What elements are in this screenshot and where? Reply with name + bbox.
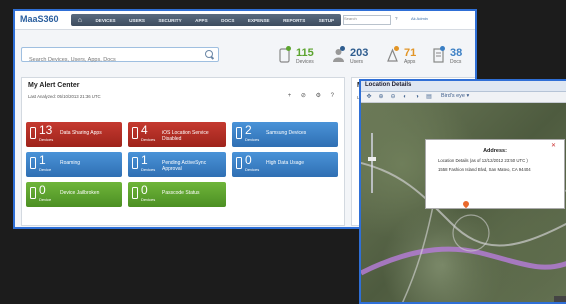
- phone-icon: [132, 157, 138, 169]
- user-menu[interactable]: Ak Admin: [411, 16, 428, 21]
- apps-label: Apps: [404, 59, 416, 65]
- tile-unit: Devices: [245, 167, 260, 172]
- alert-tile-passcode[interactable]: 0 Devices Passcode Status: [128, 182, 226, 207]
- tile-count: 0: [141, 183, 148, 197]
- apps-badge: [394, 46, 399, 51]
- tile-label: Passcode Status: [162, 190, 200, 196]
- tile-count: 0: [39, 183, 46, 197]
- phone-icon: [236, 157, 242, 169]
- tile-label: Device Jailbroken: [60, 190, 100, 196]
- tile-unit: Devices: [141, 197, 156, 202]
- zoom-out-icon[interactable]: ⊖: [389, 93, 397, 101]
- devices-count: 115: [296, 47, 314, 59]
- phone-icon: [30, 157, 36, 169]
- tile-count: 1: [141, 153, 148, 167]
- main-nav-bar: ⌂ DEVICES USERS SECURITY APPS DOCS EXPEN…: [71, 14, 341, 26]
- tile-count: 13: [39, 123, 53, 137]
- alert-tile-ios-location[interactable]: 4 Devices iOS Location Service Disabled: [128, 122, 226, 147]
- tile-unit: Device: [39, 167, 52, 172]
- nav-apps[interactable]: APPS: [195, 18, 208, 23]
- popup-title: Address:: [483, 148, 507, 154]
- alert-tile-samsung[interactable]: 2 Devices Samsung Devices: [232, 122, 338, 147]
- tile-label: iOS Location Service Disabled: [162, 130, 209, 142]
- phone-icon: [30, 127, 36, 139]
- nav-users[interactable]: USERS: [129, 18, 145, 23]
- map-toolbar: ✥ ⊕ ⊖ ◐ ◑ ▤ Bird's eye ▾: [361, 92, 566, 103]
- tile-label: Roaming: [60, 160, 81, 166]
- layers-icon[interactable]: ▤: [425, 93, 433, 101]
- tile-count: 0: [245, 153, 252, 167]
- panel-tools[interactable]: + ⊘ ⚙ ?: [288, 92, 338, 99]
- tile-unit: Devices: [141, 137, 156, 142]
- resize-handle[interactable]: [554, 296, 566, 302]
- aerial-view-icon[interactable]: ◑: [413, 93, 421, 101]
- nav-setup[interactable]: SETUP: [319, 18, 334, 23]
- nav-docs[interactable]: DOCS: [221, 18, 234, 23]
- nav-security[interactable]: SECURITY: [158, 18, 181, 23]
- global-search-input[interactable]: Search: [343, 15, 391, 25]
- devices-badge: [286, 46, 291, 51]
- road-view-icon[interactable]: ◐: [401, 93, 409, 101]
- help-link[interactable]: ?: [395, 16, 398, 21]
- alert-tile-data-usage[interactable]: 0 Devices High Data Usage: [232, 152, 338, 177]
- tile-count: 1: [39, 153, 46, 167]
- alert-tile-jailbroken[interactable]: 0 Device Device Jailbroken: [26, 182, 122, 207]
- alert-tile-activesync[interactable]: 1 Devices Pending ActiveSync Approval: [128, 152, 226, 177]
- home-icon[interactable]: ⌂: [78, 17, 82, 24]
- tile-label: Data Sharing Apps: [60, 130, 102, 136]
- phone-icon: [132, 187, 138, 199]
- phone-icon: [236, 127, 242, 139]
- dashboard-search[interactable]: [21, 47, 219, 67]
- window-title: Location Details: [365, 82, 412, 88]
- address-popup: ✕ Address: Location Details (as of 12/12…: [425, 139, 565, 209]
- nav-expense[interactable]: EXPENSE: [248, 18, 270, 23]
- location-details-window: Location Details ✥ ⊕ ⊖ ◐ ◑ ▤ Bird's eye …: [359, 79, 566, 304]
- tile-unit: Devices: [141, 167, 156, 172]
- maas360-logo[interactable]: MaaS360: [20, 14, 59, 24]
- tile-unit: Devices: [39, 137, 54, 142]
- location-address: 1558 Fashion Island Blvd, San Mateo, CA …: [438, 167, 531, 172]
- search-input[interactable]: [27, 53, 201, 67]
- search-icon[interactable]: [205, 50, 213, 58]
- phone-icon: [30, 187, 36, 199]
- alert-tile-data-sharing[interactable]: 13 Devices Data Sharing Apps: [26, 122, 122, 147]
- tile-unit: Device: [39, 197, 52, 202]
- zoom-slider[interactable]: [367, 133, 377, 193]
- tile-unit: Devices: [245, 137, 260, 142]
- last-analyzed: Last Analyzed: 05/10/2013 21:36 UTC: [28, 94, 101, 99]
- docs-label: Docs: [450, 59, 462, 65]
- tile-count: 2: [245, 123, 252, 137]
- logo-text: MaaS360: [20, 14, 59, 24]
- zoom-handle[interactable]: [368, 157, 376, 161]
- birds-eye-dropdown[interactable]: Bird's eye ▾: [441, 93, 469, 99]
- tile-label: High Data Usage: [266, 160, 305, 166]
- devices-label: Devices: [296, 59, 314, 65]
- users-count: 203: [350, 47, 369, 59]
- location-timestamp: Location Details (as of 12/12/2012 23:50…: [438, 158, 528, 163]
- phone-icon: [132, 127, 138, 139]
- window-titlebar[interactable]: Location Details: [361, 81, 566, 92]
- zoom-in-icon[interactable]: ⊕: [377, 93, 385, 101]
- alert-tile-roaming[interactable]: 1 Device Roaming: [26, 152, 122, 177]
- docs-count: 38: [450, 47, 463, 59]
- panel-title: My Alert Center: [28, 82, 80, 89]
- tile-label: Samsung Devices: [266, 130, 307, 136]
- tile-count: 4: [141, 123, 148, 137]
- docs-badge: [440, 46, 445, 51]
- satellite-map[interactable]: ✕ Address: Location Details (as of 12/12…: [361, 103, 566, 302]
- nav-devices[interactable]: DEVICES: [95, 18, 115, 23]
- tile-label: Pending ActiveSync Approval: [162, 160, 207, 172]
- alert-center-panel: My Alert Center Last Analyzed: 05/10/201…: [21, 77, 345, 226]
- users-badge: [340, 46, 345, 51]
- pan-icon[interactable]: ✥: [365, 93, 373, 101]
- users-label: Users: [350, 59, 364, 65]
- nav-reports[interactable]: REPORTS: [283, 18, 305, 23]
- apps-count: 71: [404, 47, 417, 59]
- top-navigation: MaaS360 ⌂ DEVICES USERS SECURITY APPS DO…: [15, 11, 475, 30]
